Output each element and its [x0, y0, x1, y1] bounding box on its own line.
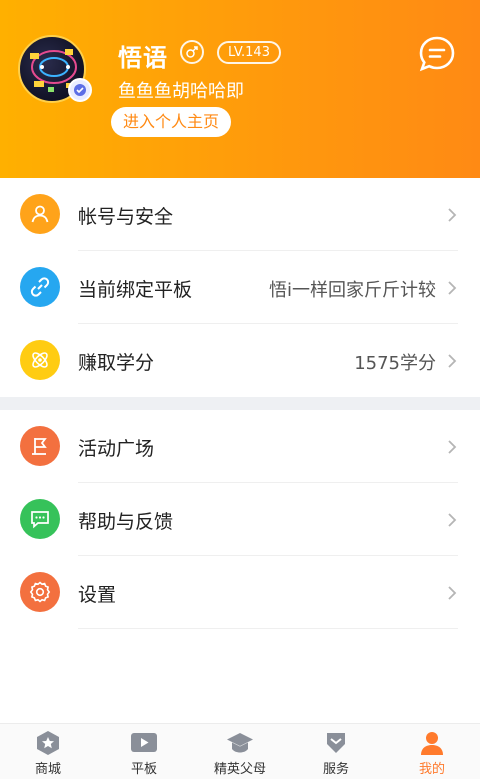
- level-badge: LV.143: [217, 41, 281, 64]
- chevron-right-icon: [448, 354, 457, 368]
- menu-item-help-feedback[interactable]: 帮助与反馈: [0, 483, 480, 556]
- menu-value: 悟i一样回家斤斤计较: [268, 280, 436, 301]
- menu-item-settings[interactable]: 设置: [0, 556, 480, 629]
- chevron-right-icon: [448, 208, 457, 222]
- star-badge-icon: [37, 731, 59, 755]
- tab-label: 我的: [418, 762, 445, 777]
- feedback-icon: [20, 499, 60, 539]
- menu-label: 帐号与安全: [78, 206, 174, 228]
- play-icon: [131, 733, 157, 752]
- profile-header: 悟语 LV.143 鱼鱼鱼胡哈哈即 进入个人主页: [0, 0, 480, 178]
- menu-group-more: 活动广场 帮助与反馈 设置: [0, 410, 480, 629]
- menu-label: 当前绑定平板: [78, 279, 193, 301]
- menu-item-earn-credits[interactable]: 赚取学分 1575学分: [0, 324, 480, 397]
- menu-item-account-security[interactable]: 帐号与安全: [0, 178, 480, 251]
- tab-label: 平板: [130, 762, 157, 777]
- menu-item-bound-tablet[interactable]: 当前绑定平板 悟i一样回家斤斤计较: [0, 251, 480, 324]
- tab-service[interactable]: 服务: [288, 724, 384, 779]
- tab-mall[interactable]: 商城: [0, 724, 96, 779]
- person-icon: [421, 732, 443, 755]
- service-icon: [327, 733, 345, 753]
- menu-label: 活动广场: [78, 438, 155, 460]
- tab-label: 精英父母: [213, 762, 266, 777]
- menu-value: 1575学分: [354, 353, 436, 374]
- tab-mine[interactable]: 我的: [384, 724, 480, 779]
- user-icon: [20, 194, 60, 234]
- atom-icon: [20, 340, 60, 380]
- menu-label: 帮助与反馈: [78, 511, 174, 533]
- chevron-right-icon: [448, 513, 457, 527]
- graduation-cap-icon: [227, 733, 253, 753]
- chevron-right-icon: [448, 586, 457, 600]
- menu-group-account: 帐号与安全 当前绑定平板 悟i一样回家斤斤计较 赚取学分 1575学分: [0, 178, 480, 397]
- link-icon: [20, 267, 60, 307]
- tab-label: 服务: [322, 762, 349, 777]
- verified-badge-icon: [68, 78, 92, 102]
- tab-label: 商城: [34, 762, 61, 777]
- tab-elite-parents[interactable]: 精英父母: [192, 724, 288, 779]
- personal-homepage-button[interactable]: 进入个人主页: [111, 107, 232, 137]
- chat-bubble-icon[interactable]: [418, 35, 456, 73]
- section-separator: [0, 397, 480, 410]
- tab-tablet[interactable]: 平板: [96, 724, 192, 779]
- bottom-tab-bar: 商城 平板 精英父母 服务 我的: [0, 723, 480, 779]
- menu-item-activity-square[interactable]: 活动广场: [0, 410, 480, 483]
- gear-icon: [20, 572, 60, 612]
- chevron-right-icon: [448, 440, 457, 454]
- menu-label: 设置: [78, 584, 117, 606]
- chevron-right-icon: [448, 281, 457, 295]
- male-icon: [180, 40, 204, 64]
- menu-label: 赚取学分: [78, 352, 155, 374]
- divider: [78, 628, 458, 629]
- username: 悟语: [118, 44, 168, 72]
- signature: 鱼鱼鱼胡哈哈即: [118, 81, 244, 102]
- flag-icon: [20, 426, 60, 466]
